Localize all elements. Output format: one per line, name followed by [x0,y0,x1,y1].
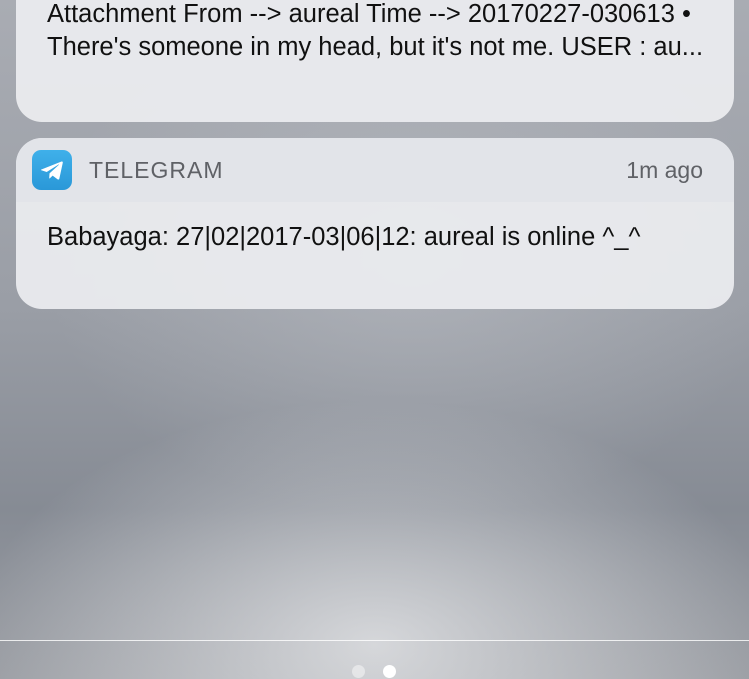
app-name: TELEGRAM [89,157,224,183]
notification-card-previous[interactable]: Attachment From --> aureal Time --> 2017… [16,0,734,122]
notification-center: { "notifications": [ { "body": "Attachme… [0,0,749,679]
page-dot-1[interactable] [352,665,365,678]
notification-body: Attachment From --> aureal Time --> 2017… [47,0,704,61]
notification-card-telegram[interactable]: TELEGRAM 1m ago Babayaga: 27|02|2017-03|… [16,138,734,309]
page-indicator[interactable] [352,665,396,678]
telegram-icon [32,150,72,190]
notification-message: Babayaga: 27|02|2017-03|06|12: aureal is… [47,223,641,251]
notification-time: 1m ago [626,157,703,183]
page-dot-2[interactable] [383,665,396,678]
divider [0,640,749,641]
notification-header: TELEGRAM 1m ago [16,138,734,202]
